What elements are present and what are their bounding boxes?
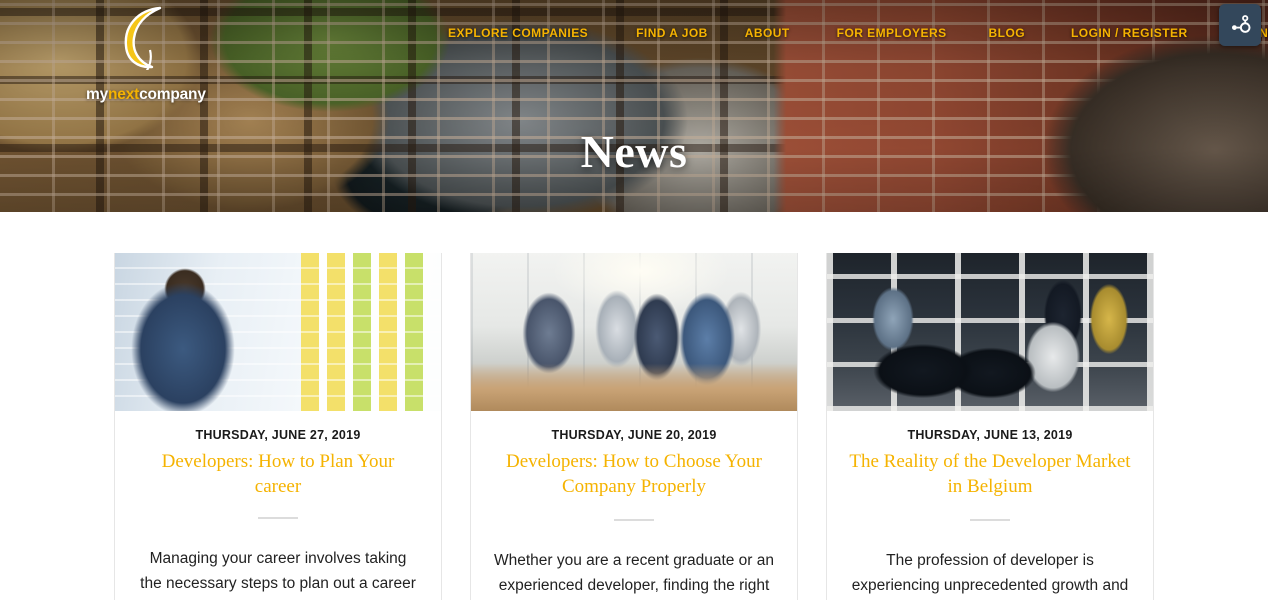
- excerpt-text-lead: Whether you are a recent graduate or an …: [493, 551, 775, 594]
- nav-item-find-a-job[interactable]: FIND A JOB: [636, 26, 708, 40]
- news-section: THURSDAY, JUNE 27, 2019 Developers: How …: [0, 212, 1268, 600]
- site-logo[interactable]: mynextcompany: [86, 6, 216, 104]
- nav-item-about[interactable]: ABOUT: [745, 26, 790, 40]
- title-divider: [614, 518, 654, 521]
- excerpt-text-lead: The profession of developer is experienc…: [851, 551, 1129, 594]
- news-card-image[interactable]: [827, 253, 1153, 411]
- logo-word-next: next: [108, 86, 140, 103]
- news-card-date: THURSDAY, JUNE 13, 2019: [907, 428, 1073, 442]
- news-card-excerpt: Managing your career involves taking the…: [137, 546, 419, 600]
- main-navigation: EXPLORE COMPANIES FIND A JOB ABOUT FOR E…: [448, 26, 1268, 40]
- news-card-date: THURSDAY, JUNE 27, 2019: [195, 428, 361, 442]
- nav-item-explore-companies[interactable]: EXPLORE COMPANIES: [448, 26, 588, 40]
- hubspot-badge-button[interactable]: [1219, 4, 1261, 46]
- news-card[interactable]: THURSDAY, JUNE 20, 2019 Developers: How …: [470, 253, 798, 600]
- news-card-grid: THURSDAY, JUNE 27, 2019 Developers: How …: [114, 253, 1154, 600]
- news-card[interactable]: THURSDAY, JUNE 27, 2019 Developers: How …: [114, 253, 442, 600]
- news-card[interactable]: THURSDAY, JUNE 13, 2019 The Reality of t…: [826, 253, 1154, 600]
- page-title: News: [580, 126, 688, 177]
- title-divider: [258, 516, 298, 519]
- news-card-date: THURSDAY, JUNE 20, 2019: [551, 428, 717, 442]
- news-card-title[interactable]: Developers: How to Plan Your career: [137, 450, 419, 499]
- nav-item-blog[interactable]: BLOG: [989, 26, 1025, 40]
- nav-item-for-employers[interactable]: FOR EMPLOYERS: [837, 26, 947, 40]
- hubspot-sprocket-icon: [1232, 15, 1251, 33]
- news-card-title[interactable]: Developers: How to Choose Your Company P…: [493, 450, 775, 499]
- title-divider: [970, 518, 1010, 521]
- excerpt-text-lead: Managing your career involves taking the…: [140, 549, 416, 592]
- news-card-image[interactable]: [115, 253, 441, 411]
- news-card-title[interactable]: The Reality of the Developer Market in B…: [849, 450, 1131, 499]
- hero-banner: mynextcompany EXPLORE COMPANIES FIND A J…: [0, 0, 1268, 212]
- logo-wordmark: mynextcompany: [86, 86, 206, 104]
- news-card-excerpt: The profession of developer is experienc…: [849, 548, 1131, 600]
- news-card-excerpt: Whether you are a recent graduate or an …: [493, 548, 775, 600]
- logo-word-my: my: [86, 86, 109, 103]
- nav-item-login-register[interactable]: LOGIN / REGISTER: [1071, 26, 1188, 40]
- news-card-image[interactable]: [471, 253, 797, 411]
- crescent-moon-icon: [124, 6, 162, 70]
- logo-word-company: company: [139, 86, 206, 103]
